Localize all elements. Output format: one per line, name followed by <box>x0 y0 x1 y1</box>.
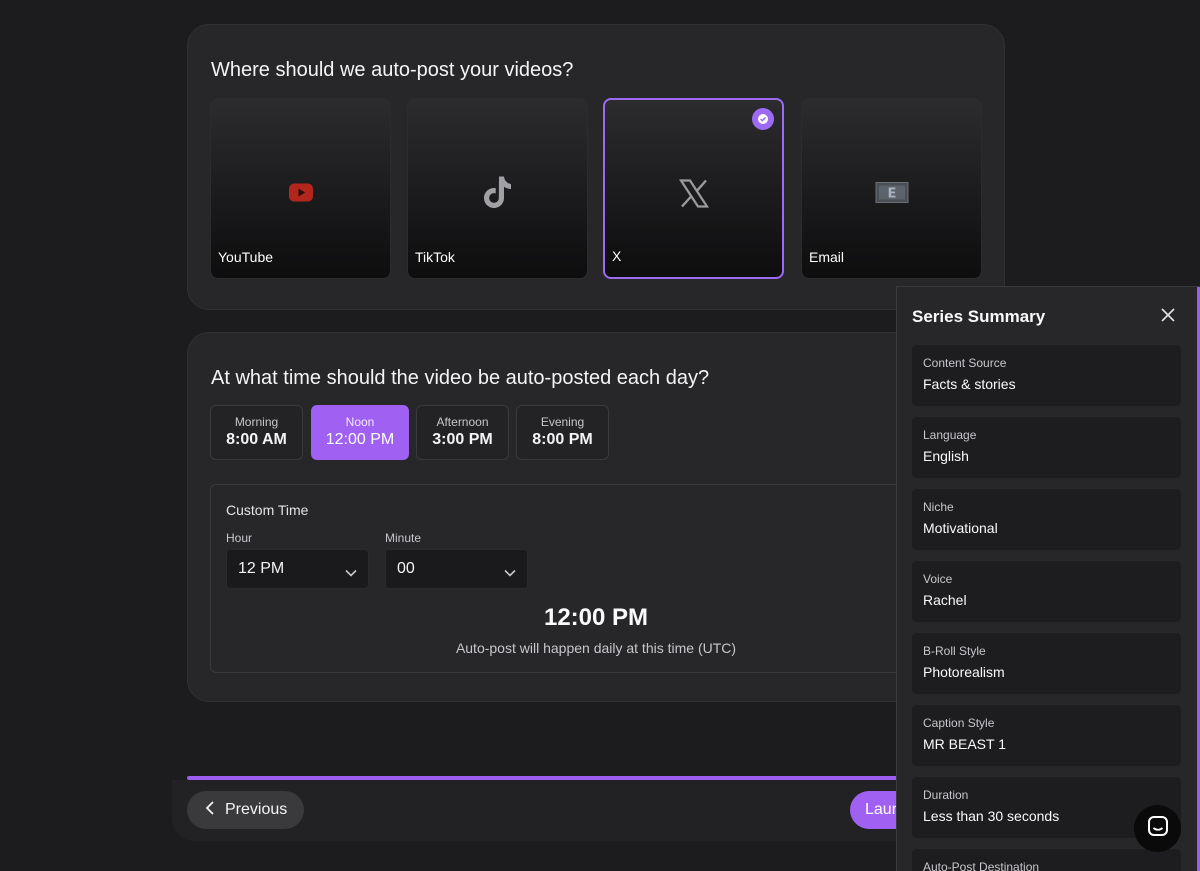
summary-value: Less than 30 seconds <box>923 808 1060 824</box>
selected-time-display: 12:00 PM <box>543 604 649 631</box>
time-slot-evening[interactable]: Evening 8:00 PM <box>516 405 609 460</box>
progress-bar <box>187 776 900 780</box>
slot-label: Evening <box>540 415 585 429</box>
schedule-title: At what time should the video be auto-po… <box>211 367 710 389</box>
chevron-down-icon <box>345 564 357 582</box>
summary-item-broll-style: B-Roll Style Photorealism <box>912 633 1181 694</box>
tiktok-icon <box>482 175 514 216</box>
check-icon <box>752 108 774 130</box>
summary-value: Facts & stories <box>923 376 1016 392</box>
summary-value: Rachel <box>923 592 967 608</box>
summary-value: Photorealism <box>923 664 1005 680</box>
summary-label: Voice <box>923 572 953 586</box>
time-note: Auto-post will happen daily at this time… <box>455 640 737 656</box>
summary-item-voice: Voice Rachel <box>912 561 1181 622</box>
chat-launcher-button[interactable] <box>1134 805 1181 852</box>
minute-value: 00 <box>397 560 415 577</box>
slot-label: Morning <box>234 415 279 429</box>
hour-value: 12 PM <box>238 560 285 577</box>
summary-value: MR BEAST 1 <box>923 736 1006 752</box>
summary-item-content-source: Content Source Facts & stories <box>912 345 1181 406</box>
summary-label: Caption Style <box>923 716 995 730</box>
chat-icon <box>1147 815 1169 842</box>
summary-value: Motivational <box>923 520 998 536</box>
schedule-card: At what time should the video be auto-po… <box>187 332 1006 702</box>
time-slot-afternoon[interactable]: Afternoon 3:00 PM <box>416 405 509 460</box>
hour-label: Hour <box>226 531 253 545</box>
summary-label: B-Roll Style <box>923 644 986 658</box>
chevron-down-icon <box>504 564 516 582</box>
platform-label-email: Email <box>809 249 845 265</box>
summary-item-niche: Niche Motivational <box>912 489 1181 550</box>
svg-text:E: E <box>887 187 896 202</box>
summary-label: Duration <box>923 788 969 802</box>
summary-item-auto-post-destination: Auto-Post Destination <box>912 849 1181 871</box>
slot-label: Noon <box>345 415 375 429</box>
series-summary-panel: Series Summary Content Source Facts & st… <box>896 286 1200 871</box>
custom-time-title: Custom Time <box>226 502 309 518</box>
close-icon[interactable] <box>1160 307 1176 328</box>
youtube-icon <box>288 183 313 207</box>
previous-label: Previous <box>225 801 288 818</box>
time-slot-morning[interactable]: Morning 8:00 AM <box>210 405 303 460</box>
slot-time: 12:00 PM <box>325 431 395 448</box>
slot-time: 8:00 AM <box>226 431 287 448</box>
summary-label: Niche <box>923 500 954 514</box>
panel-title: Series Summary <box>912 307 1046 326</box>
platform-tile-x[interactable]: X <box>603 98 784 279</box>
platform-label-youtube: YouTube <box>218 249 274 265</box>
x-logo-icon <box>678 179 709 214</box>
platform-tile-tiktok[interactable]: TikTok <box>407 98 588 279</box>
platforms-title: Where should we auto-post your videos? <box>211 59 574 81</box>
summary-label: Content Source <box>923 356 1007 370</box>
minute-label: Minute <box>385 531 422 545</box>
email-icon: E <box>875 181 909 210</box>
slot-time: 3:00 PM <box>432 431 493 448</box>
summary-value: English <box>923 448 969 464</box>
platform-label-tiktok: TikTok <box>415 249 455 265</box>
platforms-card: Where should we auto-post your videos? Y… <box>187 24 1005 310</box>
summary-label: Language <box>923 428 977 442</box>
chevron-left-icon <box>205 800 215 821</box>
time-slot-noon[interactable]: Noon 12:00 PM <box>311 405 409 460</box>
summary-item-caption-style: Caption Style MR BEAST 1 <box>912 705 1181 766</box>
previous-button[interactable]: Previous <box>187 791 304 829</box>
hour-select[interactable]: 12 PM <box>226 549 369 589</box>
slot-label: Afternoon <box>436 415 489 429</box>
custom-time-box: Custom Time Hour 12 PM Minute 00 12:00 P… <box>210 484 1006 673</box>
platform-label-x: X <box>612 248 622 264</box>
minute-select[interactable]: 00 <box>385 549 528 589</box>
platform-tile-youtube[interactable]: YouTube <box>210 98 391 279</box>
summary-label: Auto-Post Destination <box>923 860 1040 871</box>
slot-time: 8:00 PM <box>532 431 593 448</box>
summary-item-language: Language English <box>912 417 1181 478</box>
platform-tile-email[interactable]: E Email <box>801 98 982 279</box>
